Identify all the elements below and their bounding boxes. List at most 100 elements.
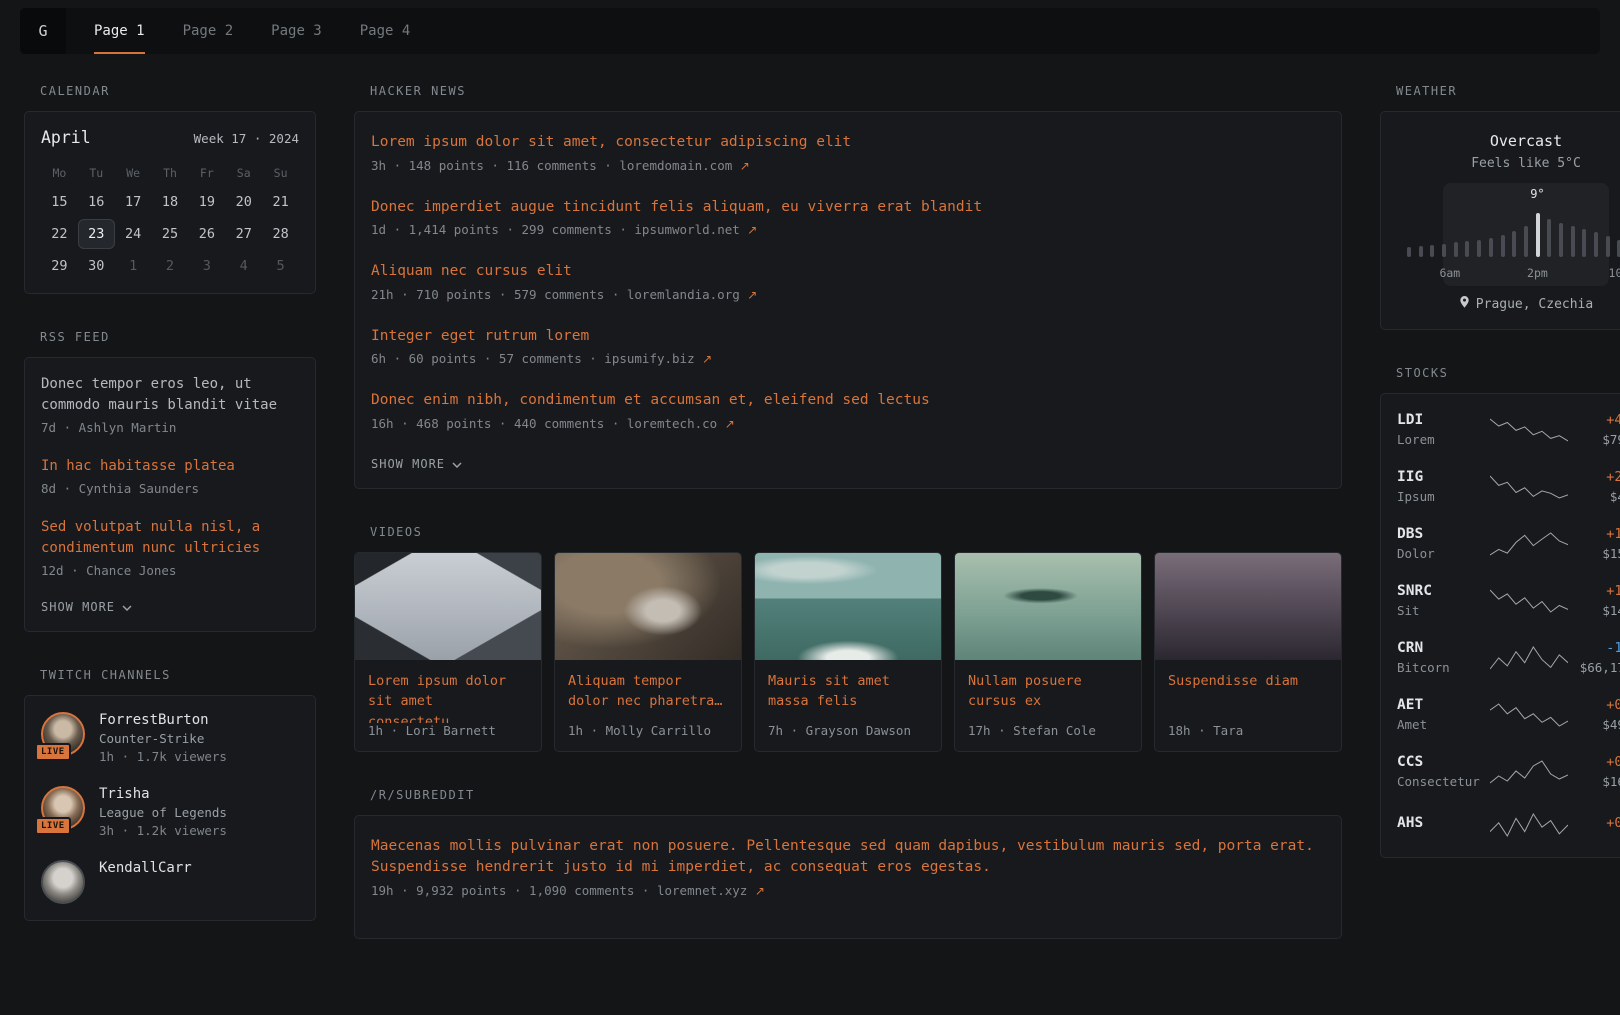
hn-item-meta: 16h · 468 points · 440 comments · loremt… bbox=[371, 415, 1325, 434]
chevron-down-icon bbox=[452, 457, 462, 471]
video-card[interactable]: Nullam posuere cursus ex 17h · Stefan Co… bbox=[954, 552, 1142, 752]
stock-row[interactable]: SNRC Sit +1.36% $148.64 bbox=[1397, 572, 1620, 629]
hn-item-source-link[interactable]: ipsumify.biz ↗ bbox=[604, 351, 712, 366]
video-meta: 7h · Grayson Dawson bbox=[755, 723, 941, 751]
hn-item-source-link[interactable]: loremlandia.org ↗ bbox=[627, 287, 757, 302]
weather-condition: Overcast bbox=[1397, 132, 1620, 150]
calendar-day: 19 bbox=[188, 187, 225, 217]
rss-section-title: RSS FEED bbox=[40, 330, 316, 344]
stock-row[interactable]: CRN Bitcorn -1.00% $66,171.48 bbox=[1397, 629, 1620, 686]
stock-name: Ipsum bbox=[1397, 489, 1489, 504]
video-card[interactable]: Suspendisse diam 18h · Tara bbox=[1154, 552, 1342, 752]
stock-price: $148.64 bbox=[1569, 603, 1620, 618]
subreddit-item-link[interactable]: Maecenas mollis pulvinar erat non posuer… bbox=[371, 836, 1325, 880]
calendar-day: 18 bbox=[152, 187, 189, 217]
video-card[interactable]: Aliquam tempor dolor nec pharetra… 1h · … bbox=[554, 552, 742, 752]
hn-item-meta-text: 16h · 468 points · 440 comments · bbox=[371, 416, 627, 431]
rss-show-more-button[interactable]: SHOW MORE bbox=[41, 600, 132, 614]
chevron-down-icon bbox=[122, 600, 132, 614]
hn-item-link[interactable]: Donec imperdiet augue tincidunt felis al… bbox=[371, 197, 1325, 219]
hn-item-source-link[interactable]: loremdomain.com ↗ bbox=[619, 158, 749, 173]
calendar-card: April Week 17 · 2024 Mo Tu We Th Fr Sa S… bbox=[24, 111, 316, 294]
subreddit-section-title: /R/SUBREDDIT bbox=[370, 788, 1342, 802]
stock-row[interactable]: CCS Consectetur +0.51% $165.84 bbox=[1397, 743, 1620, 800]
stock-values: +1.36% $148.64 bbox=[1569, 583, 1620, 618]
calendar-day: 22 bbox=[41, 219, 78, 249]
hn-item-link[interactable]: Lorem ipsum dolor sit amet, consectetur … bbox=[371, 132, 1325, 154]
video-thumbnail bbox=[555, 553, 741, 660]
hn-show-more-button[interactable]: SHOW MORE bbox=[371, 457, 462, 471]
hackernews-section-title: HACKER NEWS bbox=[370, 84, 1342, 98]
hn-item: Donec imperdiet augue tincidunt felis al… bbox=[371, 197, 1325, 241]
calendar-weekday: Th bbox=[152, 161, 189, 185]
location-pin-icon bbox=[1459, 295, 1470, 313]
hn-item-meta: 6h · 60 points · 57 comments · ipsumify.… bbox=[371, 350, 1325, 369]
rss-item-link[interactable]: In hac habitasse platea bbox=[41, 456, 299, 477]
twitch-card: LIVE ForrestBurton Counter-Strike 1h · 1… bbox=[24, 695, 316, 921]
rss-item-link[interactable]: Sed volutpat nulla nisl, a condimentum n… bbox=[41, 517, 299, 559]
video-card[interactable]: Lorem ipsum dolor sit amet consectetu… 1… bbox=[354, 552, 542, 752]
weather-location: Prague, Czechia bbox=[1397, 295, 1620, 313]
stock-change: -1.00% bbox=[1569, 640, 1620, 656]
hackernews-widget: HACKER NEWS Lorem ipsum dolor sit amet, … bbox=[354, 84, 1342, 489]
calendar-weekday: Mo bbox=[41, 161, 78, 185]
stock-price: $42.04 bbox=[1569, 489, 1620, 504]
twitch-channel-row[interactable]: LIVE ForrestBurton Counter-Strike 1h · 1… bbox=[41, 712, 299, 764]
calendar-day: 20 bbox=[225, 187, 262, 217]
twitch-channel-row[interactable]: KendallCarr bbox=[41, 860, 299, 904]
stock-sparkline bbox=[1490, 530, 1568, 558]
video-thumbnail bbox=[755, 553, 941, 660]
stock-symbol: IIG bbox=[1397, 469, 1489, 485]
stocks-card: LDI Lorem +4.35% $795.18 IIG Ipsum bbox=[1380, 393, 1620, 858]
hn-item-source-link[interactable]: loremtech.co ↗ bbox=[627, 416, 735, 431]
external-link-icon: ↗ bbox=[740, 159, 750, 173]
rss-item-link[interactable]: Donec tempor eros leo, ut commodo mauris… bbox=[41, 374, 299, 416]
hn-show-more-label: SHOW MORE bbox=[371, 457, 445, 471]
calendar-day: 16 bbox=[78, 187, 115, 217]
twitch-avatar-wrap: LIVE bbox=[41, 712, 85, 756]
rss-card: Donec tempor eros leo, ut commodo mauris… bbox=[24, 357, 316, 632]
twitch-channel-row[interactable]: LIVE Trisha League of Legends 3h · 1.2k … bbox=[41, 786, 299, 838]
tab-page-2[interactable]: Page 2 bbox=[183, 8, 234, 54]
hn-item: Lorem ipsum dolor sit amet, consectetur … bbox=[371, 132, 1325, 176]
stock-info: CRN Bitcorn bbox=[1397, 640, 1489, 675]
stock-row[interactable]: AET Amet +0.92% $499.72 bbox=[1397, 686, 1620, 743]
hn-item-source-link[interactable]: ipsumworld.net ↗ bbox=[634, 222, 757, 237]
calendar-day: 21 bbox=[262, 187, 299, 217]
tab-page-3[interactable]: Page 3 bbox=[271, 8, 322, 54]
tab-page-1[interactable]: Page 1 bbox=[94, 8, 145, 54]
subreddit-item-source-link[interactable]: loremnet.xyz ↗ bbox=[657, 883, 765, 898]
weather-bar bbox=[1547, 219, 1551, 257]
video-card[interactable]: Mauris sit amet massa felis 7h · Grayson… bbox=[754, 552, 942, 752]
hn-item-link[interactable]: Integer eget rutrum lorem bbox=[371, 326, 1325, 348]
hn-item: Aliquam nec cursus elit 21h · 710 points… bbox=[371, 261, 1325, 305]
stock-values: +2.84% $42.04 bbox=[1569, 469, 1620, 504]
stock-info: DBS Dolor bbox=[1397, 526, 1489, 561]
twitch-avatar-wrap bbox=[41, 860, 85, 904]
hn-item-source: ipsumify.biz bbox=[604, 351, 694, 366]
stock-row[interactable]: IIG Ipsum +2.84% $42.04 bbox=[1397, 458, 1620, 515]
subreddit-item-meta: 19h · 9,932 points · 1,090 comments · lo… bbox=[371, 882, 1325, 901]
video-meta: 17h · Stefan Cole bbox=[955, 723, 1141, 751]
rss-item: Donec tempor eros leo, ut commodo mauris… bbox=[41, 374, 299, 438]
subreddit-item-meta-text: 19h · 9,932 points · 1,090 comments · bbox=[371, 883, 657, 898]
dashboard-content: CALENDAR April Week 17 · 2024 Mo Tu We T… bbox=[0, 54, 1620, 1015]
external-link-icon: ↗ bbox=[725, 417, 735, 431]
calendar-day-next-month: 4 bbox=[225, 251, 262, 281]
right-column: WEATHER Overcast Feels like 5°C 9° 6am 2… bbox=[1380, 84, 1620, 894]
stock-info: CCS Consectetur bbox=[1397, 754, 1489, 789]
app-logo[interactable]: G bbox=[20, 8, 66, 54]
hn-item-link[interactable]: Aliquam nec cursus elit bbox=[371, 261, 1325, 283]
stock-row[interactable]: DBS Dolor +1.42% $156.28 bbox=[1397, 515, 1620, 572]
twitch-channel-game: League of Legends bbox=[99, 805, 227, 820]
weather-feels-like: Feels like 5°C bbox=[1397, 156, 1620, 171]
tab-page-4[interactable]: Page 4 bbox=[360, 8, 411, 54]
calendar-month: April bbox=[41, 128, 91, 147]
stock-symbol: AET bbox=[1397, 697, 1489, 713]
stock-row[interactable]: AHS +0.46% bbox=[1397, 800, 1620, 850]
stock-row[interactable]: LDI Lorem +4.35% $795.18 bbox=[1397, 401, 1620, 458]
hn-item-link[interactable]: Donec enim nibh, condimentum et accumsan… bbox=[371, 390, 1325, 412]
weather-location-text: Prague, Czechia bbox=[1476, 297, 1593, 312]
page-tabs: Page 1 Page 2 Page 3 Page 4 bbox=[94, 8, 410, 54]
rss-item: Sed volutpat nulla nisl, a condimentum n… bbox=[41, 517, 299, 581]
